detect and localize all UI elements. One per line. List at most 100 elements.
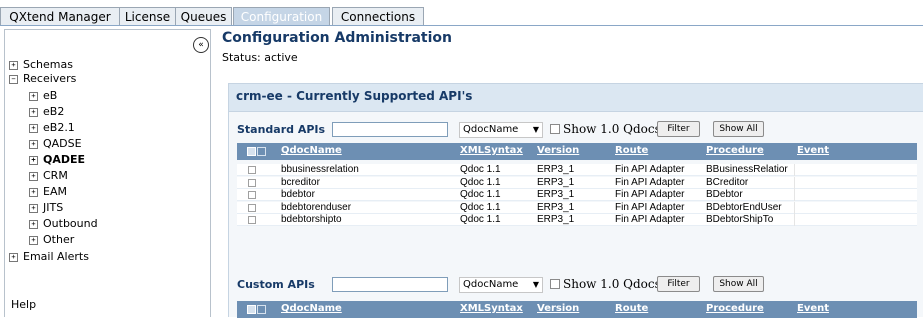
table-row[interactable]: bcreditor Qdoc 1.1 ERP3_1 Fin API Adapter BC… (237, 176, 917, 189)
sidebar-item-eb[interactable]: + eB (29, 89, 57, 103)
standard-field-select[interactable]: QdocName ▼ (459, 122, 543, 138)
expand-icon[interactable]: + (29, 188, 38, 197)
sidebar-item-outbound[interactable]: + Outbound (29, 217, 98, 231)
help-link[interactable]: Help (11, 298, 36, 311)
standard-show-all-button[interactable]: Show All (713, 121, 764, 137)
sidebar: « + Schemas − Receivers + eB + eB2 + eB2.1 + Q… (4, 29, 211, 317)
sidebar-item-eam[interactable]: + EAM (29, 185, 67, 199)
expand-icon[interactable]: + (9, 253, 18, 262)
column-header-version[interactable]: Version (537, 145, 579, 156)
sidebar-item-qadee[interactable]: + QADEE (29, 153, 85, 167)
expand-icon[interactable]: + (29, 172, 38, 181)
cell-qdocname: bcreditor (281, 176, 320, 188)
tab-license[interactable]: License (119, 7, 176, 25)
sidebar-item-crm[interactable]: + CRM (29, 169, 68, 183)
custom-filter-button[interactable]: Filter (657, 276, 700, 292)
table-row[interactable]: bbusinessrelation Qdoc 1.1 ERP3_1 Fin API A… (237, 164, 917, 176)
expand-icon[interactable]: + (29, 124, 38, 133)
cell-xmlsyntax: Qdoc 1.1 (460, 189, 501, 200)
table-row[interactable]: bdebtor Qdoc 1.1 ERP3_1 Fin API Adapter BDeb… (237, 189, 917, 201)
row-checkbox[interactable] (248, 191, 256, 199)
expand-icon[interactable]: + (29, 156, 38, 165)
custom-show-1-0-label: Show 1.0 Qdocs (563, 277, 661, 291)
sidebar-item-label: JITS (43, 201, 64, 214)
sidebar-item-label: QADEE (43, 153, 86, 166)
column-header-xmlsyntax[interactable]: XMLSyntax (460, 303, 523, 314)
expand-icon[interactable]: + (29, 236, 38, 245)
expand-icon[interactable]: + (29, 140, 38, 149)
cell-xmlsyntax: Qdoc 1.1 (460, 214, 501, 225)
cell-event (797, 214, 897, 226)
expand-icon[interactable]: + (29, 92, 38, 101)
cell-qdocname: bbusinessrelation (281, 164, 359, 175)
custom-apis-label: Custom APIs (237, 278, 315, 291)
column-header-procedure[interactable]: Procedure (706, 303, 764, 314)
column-header-route[interactable]: Route (615, 303, 648, 314)
sidebar-item-label: eB2 (43, 105, 65, 118)
tab-qxtend-manager[interactable]: QXtend Manager (0, 7, 120, 25)
column-separator (794, 164, 795, 176)
column-header-procedure[interactable]: Procedure (706, 145, 764, 156)
sidebar-item-label: eB (43, 89, 58, 102)
collapse-sidebar-icon[interactable]: « (193, 37, 209, 53)
sidebar-item-eb2[interactable]: + eB2 (29, 105, 64, 119)
expand-icon[interactable]: + (29, 204, 38, 213)
select-all-checkbox-icon[interactable] (247, 305, 267, 314)
sidebar-item-receivers[interactable]: − Receivers (9, 72, 76, 86)
row-checkbox[interactable] (248, 203, 256, 212)
row-checkbox[interactable] (248, 178, 256, 187)
tab-configuration[interactable]: Configuration (233, 7, 330, 25)
sidebar-item-label: EAM (43, 185, 67, 198)
cell-version: ERP3_1 (537, 164, 575, 175)
expand-icon[interactable]: + (9, 61, 18, 70)
standard-apis-toolbar: Standard APIs QdocName ▼ Show 1.0 Qdocs F… (237, 121, 907, 139)
sidebar-item-email-alerts[interactable]: + Email Alerts (9, 250, 89, 264)
column-separator (794, 214, 795, 226)
panel-title: crm-ee - Currently Supported API's (236, 89, 473, 103)
cell-event (797, 177, 897, 189)
cell-procedure: BDebtorShipTo (706, 214, 774, 225)
cell-event (797, 189, 897, 201)
table-row[interactable]: bdebtorshipto Qdoc 1.1 ERP3_1 Fin API Adapt… (237, 214, 917, 226)
custom-apis-toolbar: Custom APIs QdocName ▼ Show 1.0 Qdocs Fil… (237, 276, 907, 294)
column-header-version[interactable]: Version (537, 303, 579, 314)
cell-qdocname: bdebtor (281, 189, 315, 200)
tab-bar-divider (0, 25, 923, 26)
column-header-route[interactable]: Route (615, 145, 648, 156)
standard-show-1-0-checkbox[interactable] (550, 124, 560, 134)
expand-icon[interactable]: + (29, 220, 38, 229)
collapse-icon[interactable]: − (9, 75, 18, 84)
sidebar-item-jits[interactable]: + JITS (29, 201, 63, 215)
column-header-xmlsyntax[interactable]: XMLSyntax (460, 145, 523, 156)
table-row[interactable]: bdebtorenduser Qdoc 1.1 ERP3_1 Fin API Adap… (237, 201, 917, 214)
cell-procedure: BDebtor (706, 189, 743, 200)
cell-qdocname: bdebtorshipto (281, 214, 342, 225)
select-all-checkbox-icon[interactable] (247, 147, 267, 156)
sidebar-item-eb2-1[interactable]: + eB2.1 (29, 121, 75, 135)
column-separator (794, 201, 795, 214)
top-tab-bar: QXtend Manager License Queues Configurat… (0, 0, 923, 27)
expand-icon[interactable]: + (29, 108, 38, 117)
custom-show-all-button[interactable]: Show All (713, 276, 764, 292)
main-content: Configuration Administration Status: act… (222, 29, 923, 318)
sidebar-item-label: CRM (43, 169, 68, 182)
column-header-event[interactable]: Event (797, 303, 829, 314)
tab-queues[interactable]: Queues (175, 7, 232, 25)
custom-field-select[interactable]: QdocName ▼ (459, 277, 543, 293)
sidebar-item-other[interactable]: + Other (29, 233, 74, 247)
sidebar-item-qadse[interactable]: + QADSE (29, 137, 82, 151)
column-header-event[interactable]: Event (797, 145, 829, 156)
api-panel: crm-ee - Currently Supported API's Stand… (228, 83, 923, 318)
select-value: QdocName (463, 124, 519, 135)
row-checkbox[interactable] (248, 216, 256, 224)
row-checkbox[interactable] (248, 166, 256, 174)
custom-show-1-0-checkbox[interactable] (550, 279, 560, 289)
cell-xmlsyntax: Qdoc 1.1 (460, 164, 501, 175)
column-header-qdocname[interactable]: QdocName (281, 145, 342, 156)
standard-search-input[interactable] (332, 122, 448, 137)
standard-filter-button[interactable]: Filter (657, 121, 700, 137)
tab-connections[interactable]: Connections (332, 7, 424, 25)
custom-search-input[interactable] (332, 277, 448, 292)
sidebar-item-schemas[interactable]: + Schemas (9, 58, 73, 72)
column-header-qdocname[interactable]: QdocName (281, 303, 342, 314)
